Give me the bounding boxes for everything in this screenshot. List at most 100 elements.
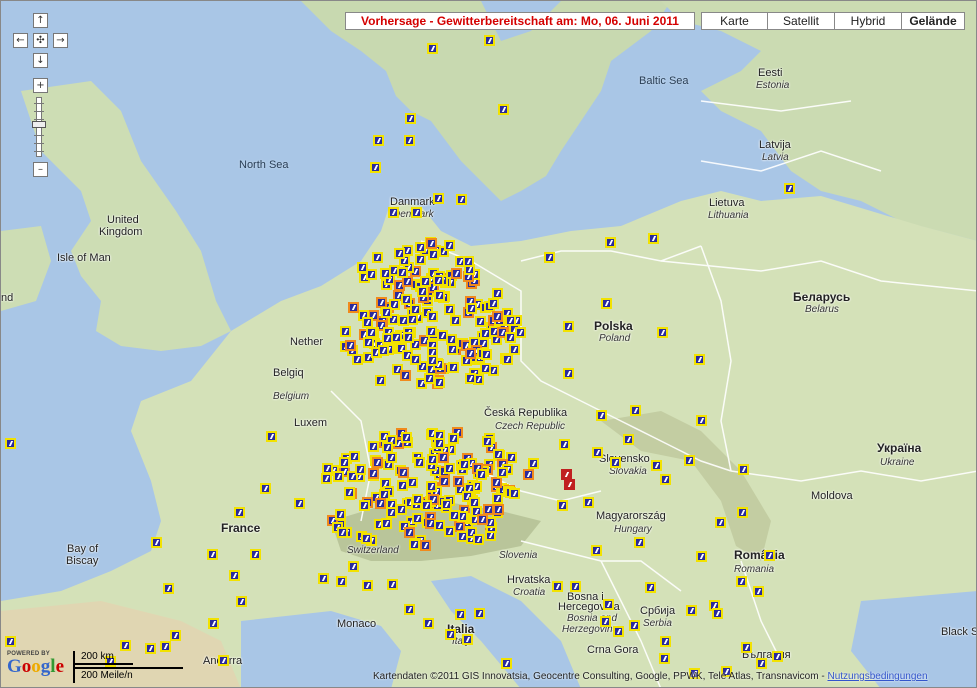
thunderstorm-marker[interactable] [505, 315, 516, 326]
thunderstorm-marker[interactable] [382, 442, 393, 453]
thunderstorm-marker[interactable] [381, 518, 392, 529]
thunderstorm-marker[interactable] [405, 113, 416, 124]
thunderstorm-marker[interactable] [409, 539, 420, 550]
thunderstorm-marker[interactable] [651, 460, 662, 471]
thunderstorm-marker-high[interactable] [453, 476, 464, 487]
thunderstorm-marker[interactable] [410, 354, 421, 365]
thunderstorm-marker[interactable] [696, 551, 707, 562]
thunderstorm-marker[interactable] [476, 469, 487, 480]
thunderstorm-marker[interactable] [629, 620, 640, 631]
thunderstorm-marker[interactable] [736, 576, 747, 587]
thunderstorm-marker[interactable] [592, 447, 603, 458]
thunderstorm-marker[interactable] [426, 481, 437, 492]
thunderstorm-marker[interactable] [448, 433, 459, 444]
thunderstorm-marker[interactable] [738, 464, 749, 475]
terms-link[interactable]: Nutzungsbedingungen [827, 671, 927, 682]
thunderstorm-marker[interactable] [5, 636, 16, 647]
thunderstorm-marker[interactable] [501, 658, 512, 669]
thunderstorm-marker[interactable] [428, 249, 439, 260]
thunderstorm-marker[interactable] [386, 452, 397, 463]
thunderstorm-marker[interactable] [294, 498, 305, 509]
thunderstorm-marker[interactable] [404, 135, 415, 146]
thunderstorm-marker[interactable] [333, 471, 344, 482]
thunderstorm-marker[interactable] [361, 533, 372, 544]
thunderstorm-marker[interactable] [359, 500, 370, 511]
thunderstorm-marker[interactable] [344, 487, 355, 498]
thunderstorm-marker[interactable] [348, 561, 359, 572]
thunderstorm-marker[interactable] [660, 474, 671, 485]
pan-down-button[interactable]: ↓ [33, 53, 48, 68]
thunderstorm-marker[interactable] [686, 605, 697, 616]
thunderstorm-marker-high[interactable] [492, 311, 503, 322]
thunderstorm-marker[interactable] [368, 441, 379, 452]
thunderstorm-marker[interactable] [449, 510, 460, 521]
thunderstorm-marker[interactable] [266, 431, 277, 442]
thunderstorm-marker[interactable] [398, 315, 409, 326]
thunderstorm-marker[interactable] [660, 636, 671, 647]
thunderstorm-marker-high[interactable] [426, 238, 437, 249]
thunderstorm-marker[interactable] [414, 457, 425, 468]
thunderstorm-marker[interactable] [784, 183, 795, 194]
thunderstorm-marker[interactable] [370, 162, 381, 173]
thunderstorm-marker[interactable] [634, 537, 645, 548]
thunderstorm-marker[interactable] [412, 513, 423, 524]
thunderstorm-marker[interactable] [404, 604, 415, 615]
thunderstorm-marker[interactable] [591, 545, 602, 556]
thunderstorm-marker[interactable] [415, 254, 426, 265]
thunderstorm-marker[interactable] [447, 344, 458, 355]
thunderstorm-marker[interactable] [488, 298, 499, 309]
thunderstorm-marker[interactable] [715, 517, 726, 528]
thunderstorm-marker-high[interactable] [420, 540, 431, 551]
thunderstorm-marker[interactable] [151, 537, 162, 548]
thunderstorm-marker[interactable] [427, 454, 438, 465]
thunderstorm-marker-high[interactable] [368, 468, 379, 479]
thunderstorm-marker[interactable] [648, 233, 659, 244]
thunderstorm-marker[interactable] [352, 354, 363, 365]
thunderstorm-marker-high[interactable] [404, 527, 415, 538]
thunderstorm-marker[interactable] [382, 333, 393, 344]
pan-left-button[interactable]: ← [13, 33, 28, 48]
pan-center-button[interactable]: ✣ [33, 33, 48, 48]
thunderstorm-marker[interactable] [444, 304, 455, 315]
thunderstorm-marker[interactable] [498, 104, 509, 115]
thunderstorm-marker[interactable] [318, 573, 329, 584]
thunderstorm-marker[interactable] [694, 354, 705, 365]
thunderstorm-marker[interactable] [363, 337, 374, 348]
thunderstorm-marker[interactable] [544, 252, 555, 263]
thunderstorm-marker[interactable] [366, 327, 377, 338]
thunderstorm-marker[interactable] [434, 438, 445, 449]
google-logo[interactable]: POWERED BY Google [7, 651, 64, 677]
thunderstorm-marker[interactable] [417, 286, 428, 297]
thunderstorm-marker[interactable] [484, 35, 495, 46]
thunderstorm-marker[interactable] [410, 304, 421, 315]
thunderstorm-marker[interactable] [764, 550, 775, 561]
thunderstorm-marker-high[interactable] [372, 457, 383, 468]
map-type-satellit-button[interactable]: Satellit [767, 12, 835, 30]
thunderstorm-marker-high[interactable] [400, 370, 411, 381]
pan-right-button[interactable]: → [53, 33, 68, 48]
thunderstorm-marker[interactable] [459, 459, 470, 470]
thunderstorm-marker[interactable] [427, 311, 438, 322]
thunderstorm-marker[interactable] [340, 326, 351, 337]
thunderstorm-marker[interactable] [427, 355, 438, 366]
zoom-slider[interactable] [32, 97, 46, 157]
thunderstorm-marker[interactable] [473, 534, 484, 545]
thunderstorm-marker[interactable] [229, 570, 240, 581]
thunderstorm-marker-high[interactable] [348, 302, 359, 313]
thunderstorm-marker[interactable] [772, 651, 783, 662]
thunderstorm-marker[interactable] [528, 458, 539, 469]
thunderstorm-marker[interactable] [373, 135, 384, 146]
thunderstorm-marker-severe[interactable] [564, 479, 575, 490]
thunderstorm-marker[interactable] [394, 248, 405, 259]
thunderstorm-marker[interactable] [427, 43, 438, 54]
thunderstorm-marker[interactable] [163, 583, 174, 594]
thunderstorm-marker[interactable] [515, 327, 526, 338]
thunderstorm-marker[interactable] [684, 455, 695, 466]
thunderstorm-marker[interactable] [465, 373, 476, 384]
thunderstorm-marker[interactable] [375, 375, 386, 386]
thunderstorm-marker[interactable] [455, 609, 466, 620]
thunderstorm-marker-high[interactable] [465, 348, 476, 359]
thunderstorm-marker[interactable] [600, 616, 611, 627]
thunderstorm-marker[interactable] [570, 581, 581, 592]
thunderstorm-marker[interactable] [362, 580, 373, 591]
